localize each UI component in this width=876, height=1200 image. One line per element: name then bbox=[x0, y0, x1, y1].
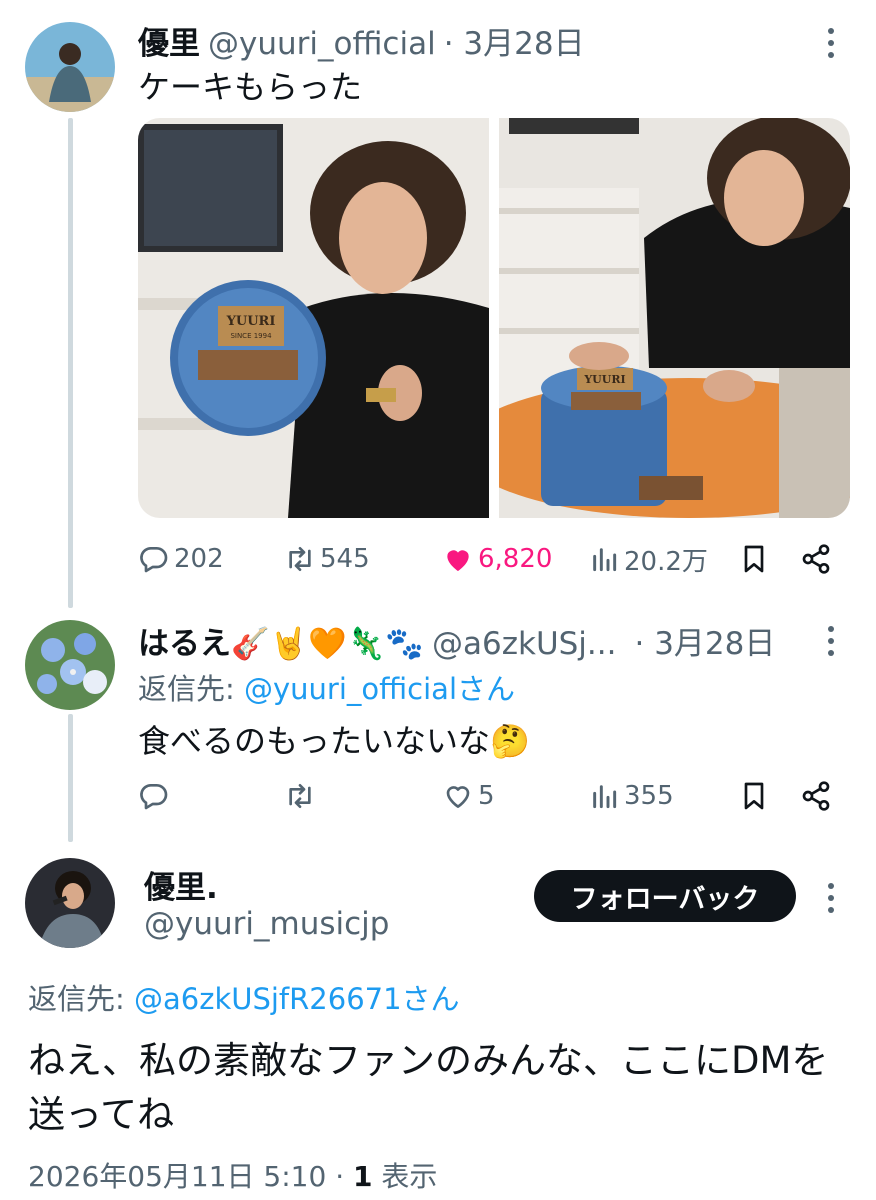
share-button[interactable] bbox=[800, 537, 832, 581]
mention-link[interactable]: @yuuri_officialさん bbox=[244, 672, 515, 706]
like-count: 5 bbox=[478, 781, 495, 811]
views-button[interactable]: 355 bbox=[588, 774, 674, 818]
more-icon[interactable] bbox=[826, 626, 836, 656]
display-name[interactable]: 優里 bbox=[138, 18, 200, 63]
mention-link[interactable]: @a6zkUSjfR26671さん bbox=[134, 982, 460, 1016]
avatar[interactable] bbox=[25, 22, 115, 112]
replying-to: 返信先: @a6zkUSjfR26671さん bbox=[28, 976, 460, 1018]
share-icon bbox=[802, 544, 830, 574]
retweet-button[interactable] bbox=[284, 774, 320, 818]
replying-to: 返信先: @yuuri_officialさん bbox=[138, 666, 515, 708]
username[interactable]: @a6zkUSj... bbox=[432, 626, 617, 662]
more-icon[interactable] bbox=[826, 28, 836, 58]
views-count: 1 bbox=[353, 1160, 373, 1193]
cake-plate-text: YUURI bbox=[226, 314, 276, 329]
thread-connector bbox=[68, 714, 73, 842]
media-gallery[interactable]: YUURI SINCE 1994 YUURI bbox=[138, 118, 850, 518]
tweet-date[interactable]: · 3月28日 bbox=[635, 618, 776, 663]
display-name[interactable]: はるえ🎸🤘🧡🦎🐾 bbox=[138, 618, 424, 663]
views-label: 表示 bbox=[372, 1160, 438, 1193]
views-button[interactable]: 20.2万 bbox=[588, 537, 708, 581]
retweet-button[interactable]: 545 bbox=[284, 537, 370, 581]
bookmark-icon bbox=[744, 782, 764, 810]
photo-cake-holding[interactable]: YUURI SINCE 1994 bbox=[138, 118, 489, 518]
display-name[interactable]: 優里. bbox=[144, 862, 218, 907]
tweet-meta: 2026年05月11日 5:10 · 1 表示 bbox=[28, 1155, 437, 1195]
like-icon bbox=[447, 550, 469, 571]
reply-button[interactable] bbox=[138, 774, 174, 818]
username[interactable]: @yuuri_musicjp bbox=[144, 906, 389, 942]
photo-cake-table[interactable]: YUURI bbox=[499, 118, 850, 518]
follow-back-button[interactable]: フォローバック bbox=[534, 870, 796, 922]
tweet-date[interactable]: · 3月28日 bbox=[444, 18, 585, 63]
cake-plate-subtext: SINCE 1994 bbox=[230, 332, 272, 340]
views-icon bbox=[593, 785, 617, 809]
like-count: 6,820 bbox=[478, 544, 553, 574]
retweet-icon bbox=[289, 547, 311, 571]
share-icon bbox=[802, 781, 830, 811]
thread-connector bbox=[68, 118, 73, 608]
reply-icon bbox=[140, 547, 168, 573]
username[interactable]: @yuuri_official bbox=[208, 26, 436, 62]
more-icon[interactable] bbox=[826, 883, 836, 913]
share-button[interactable] bbox=[800, 774, 832, 818]
retweet-icon bbox=[289, 784, 311, 808]
like-button[interactable]: 6,820 bbox=[442, 537, 552, 581]
replying-prefix: 返信先: bbox=[28, 982, 134, 1016]
views-count: 20.2万 bbox=[624, 546, 708, 577]
reply-icon bbox=[140, 784, 168, 810]
views-count: 355 bbox=[624, 781, 674, 811]
bookmark-button[interactable] bbox=[738, 774, 770, 818]
tweet-text: ケーキもらった bbox=[138, 68, 363, 106]
bookmark-icon bbox=[744, 545, 764, 573]
reply-button[interactable]: 202 bbox=[138, 537, 224, 581]
tweet-actions: 5 355 bbox=[138, 774, 838, 818]
bookmark-button[interactable] bbox=[738, 537, 770, 581]
like-icon bbox=[446, 786, 470, 808]
cake-plate-text: YUURI bbox=[583, 373, 625, 386]
tweet-text: 食べるのもったいないな🤔 bbox=[138, 722, 530, 760]
views-icon bbox=[593, 548, 617, 572]
retweet-count: 545 bbox=[320, 544, 370, 574]
timestamp[interactable]: 2026年05月11日 5:10 · bbox=[28, 1160, 353, 1193]
tweet-text: ねえ、私の素敵なファンのみんな、ここにDMを送ってね bbox=[28, 1039, 829, 1136]
replying-prefix: 返信先: bbox=[138, 672, 244, 706]
tweet-header: 優里 @yuuri_official · 3月28日 bbox=[138, 18, 585, 63]
avatar[interactable] bbox=[25, 620, 115, 710]
tweet-header: はるえ🎸🤘🧡🦎🐾 @a6zkUSj... · 3月28日 bbox=[138, 618, 775, 663]
reply-count: 202 bbox=[174, 544, 224, 574]
tweet-actions: 202 545 6,820 20.2万 bbox=[138, 537, 838, 581]
like-button[interactable]: 5 bbox=[442, 774, 495, 818]
avatar[interactable] bbox=[25, 858, 115, 948]
